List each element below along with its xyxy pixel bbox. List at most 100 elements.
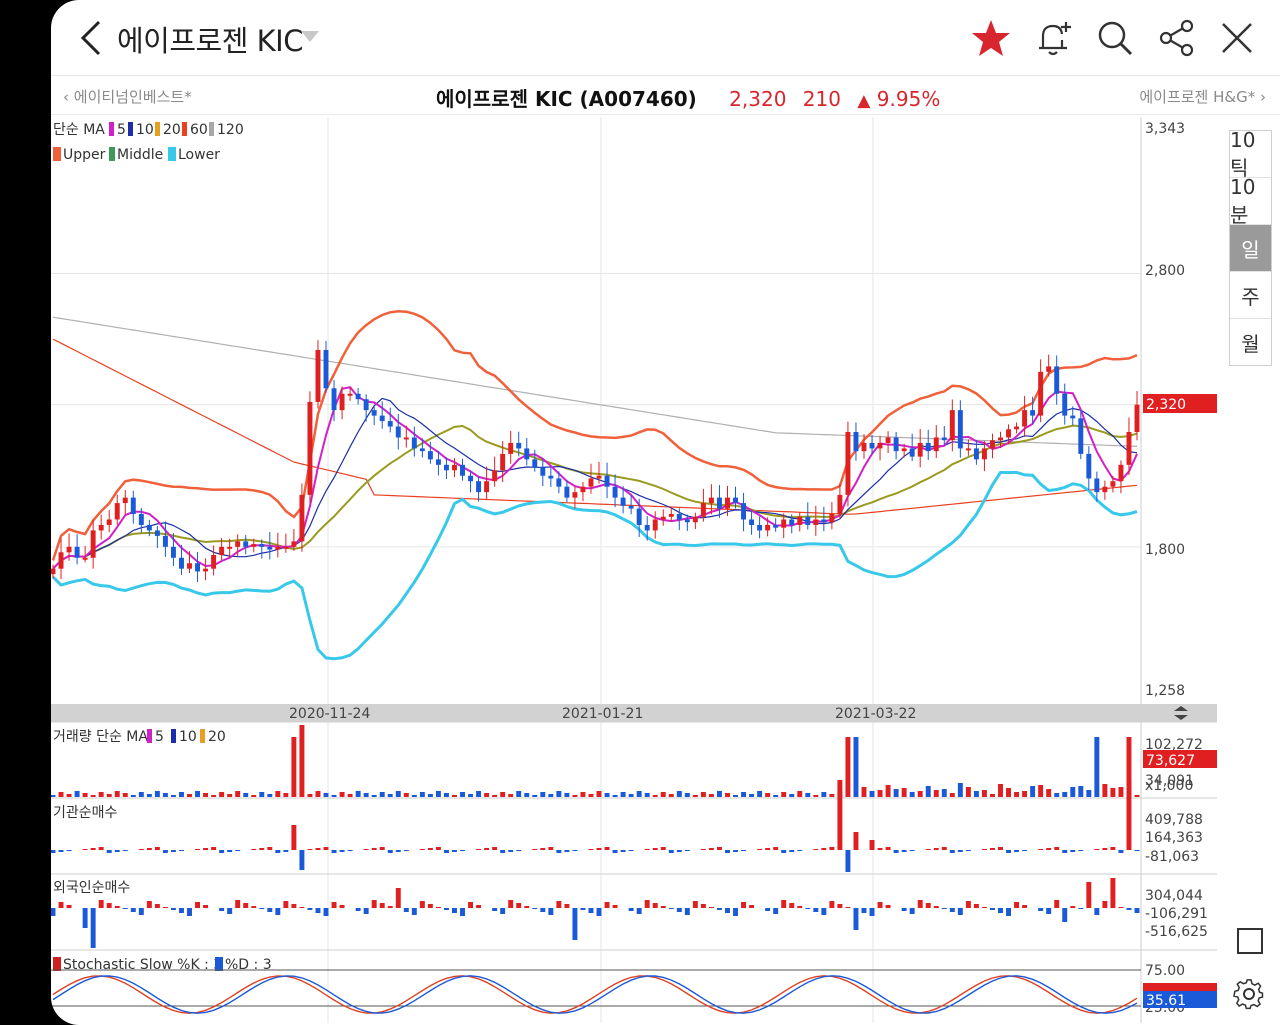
foreign-bar <box>154 904 160 908</box>
foreign-bar <box>829 901 835 908</box>
favorite-star-icon[interactable] <box>971 18 1011 58</box>
period-month-button[interactable]: 월 <box>1230 319 1271 366</box>
candle-body <box>267 546 273 550</box>
institution-bar <box>652 848 658 850</box>
candle-body <box>829 514 835 523</box>
fullscreen-square-icon[interactable] <box>1237 928 1263 954</box>
volume-bar <box>363 793 369 797</box>
candle-body <box>371 410 377 416</box>
foreign-bar <box>805 908 811 909</box>
foreign-bar <box>845 907 851 908</box>
chevron-down-icon[interactable] <box>301 31 319 42</box>
foreign-net-buy-panel: 외국인순매수 304,044 -106,291 -516,625 <box>51 878 1208 948</box>
candle-body <box>1126 432 1132 465</box>
institution-bar <box>251 849 257 850</box>
foreign-bar <box>130 908 136 912</box>
back-icon[interactable] <box>77 18 107 58</box>
stock-title[interactable]: 에이프로젠 KIC <box>117 18 303 60</box>
next-stock-link[interactable]: 에이프로젠 H&G* › <box>1139 86 1266 107</box>
foreign-bar <box>556 901 562 908</box>
ma-60-label: 60 <box>190 122 208 138</box>
foreign-bar <box>572 908 578 940</box>
stock-name-code: 에이프로젠 KIC (A007460) <box>436 87 697 111</box>
institution-bar <box>106 850 112 853</box>
candle-body <box>452 464 457 471</box>
period-day-button[interactable]: 일 <box>1230 225 1271 272</box>
search-icon[interactable] <box>1095 18 1135 58</box>
volume-bar <box>749 794 755 797</box>
foreign-bar <box>1126 908 1132 910</box>
volume-panel: 거래량 단순 MA 5 10 20 102,272 73,627 34,091 … <box>51 725 1217 797</box>
institution-bar <box>98 847 104 850</box>
volume-bar <box>275 791 281 797</box>
candle-body <box>58 552 64 569</box>
candle-body <box>484 481 490 493</box>
candle-body <box>524 448 530 460</box>
settings-gear-icon[interactable] <box>1233 978 1265 1010</box>
volume-bar <box>692 795 698 797</box>
volume-bar <box>460 792 465 797</box>
candle-body <box>1134 404 1140 433</box>
institution-bar <box>877 848 883 850</box>
foreign-bar <box>1070 906 1076 908</box>
foreign-bar <box>612 905 618 908</box>
foreign-bar <box>1118 907 1124 908</box>
candle-body <box>660 516 666 520</box>
volume-bar <box>476 791 482 797</box>
volume-bar <box>757 791 763 797</box>
foreign-bar <box>379 903 385 908</box>
period-10tick-button[interactable]: 10틱 <box>1230 128 1271 180</box>
institution-bar <box>363 849 369 850</box>
candle-body <box>1118 464 1124 482</box>
foreign-tick-516625: -516,625 <box>1145 924 1208 940</box>
share-icon[interactable] <box>1157 18 1197 58</box>
volume-bar <box>532 795 538 797</box>
volume-bar <box>387 794 393 797</box>
foreign-bar <box>82 908 88 928</box>
period-10min-button[interactable]: 10분 <box>1230 175 1271 227</box>
foreign-bar <box>460 908 465 916</box>
volume-bar <box>51 795 56 797</box>
institution-bar <box>612 850 618 853</box>
foreign-bar <box>419 901 425 908</box>
foreign-bar <box>700 904 706 908</box>
institution-bar <box>532 849 538 850</box>
candle-body <box>676 514 682 520</box>
volume-bar <box>419 792 425 797</box>
candle-body <box>789 519 795 525</box>
institution-bar <box>347 850 353 851</box>
volume-bar <box>1086 790 1092 797</box>
close-icon[interactable] <box>1217 18 1257 58</box>
chart-canvas[interactable]: 단순 MA 5 10 20 60 120 Upper Middle Lower … <box>51 117 1217 1023</box>
stock-chart[interactable]: 단순 MA 5 10 20 60 120 Upper Middle Lower … <box>51 117 1217 1023</box>
foreign-bar <box>387 906 393 908</box>
volume-bar <box>347 794 353 797</box>
candle-body <box>154 530 160 536</box>
institution-bar <box>733 850 738 852</box>
candle-body <box>227 546 233 549</box>
candle-body <box>716 497 722 509</box>
candle-body <box>51 568 56 575</box>
prev-stock-link[interactable]: ‹ 에이티넘인베스트* <box>63 86 192 107</box>
volume-bar <box>708 794 714 797</box>
period-week-button[interactable]: 주 <box>1230 272 1271 319</box>
candle-body <box>1070 415 1076 419</box>
foreign-bar <box>716 908 722 910</box>
volume-bar <box>604 793 610 797</box>
institution-bar <box>162 850 168 853</box>
volume-bar <box>468 794 474 797</box>
foreign-bar <box>227 908 233 914</box>
foreign-bar <box>90 908 96 948</box>
foreign-bar <box>901 908 907 911</box>
volume-bar <box>379 792 385 797</box>
volume-bar <box>1014 792 1020 797</box>
add-alert-bell-icon[interactable] <box>1033 18 1073 58</box>
candle-body <box>307 401 313 495</box>
candle-body <box>1014 426 1020 430</box>
candle-body <box>1046 366 1052 372</box>
x-date-2021-01-21: 2021-01-21 <box>562 706 643 722</box>
foreign-bar <box>323 908 329 916</box>
volume-bar <box>941 789 947 797</box>
bb-middle-label: Middle <box>117 147 163 163</box>
volume-bar <box>1038 785 1044 797</box>
